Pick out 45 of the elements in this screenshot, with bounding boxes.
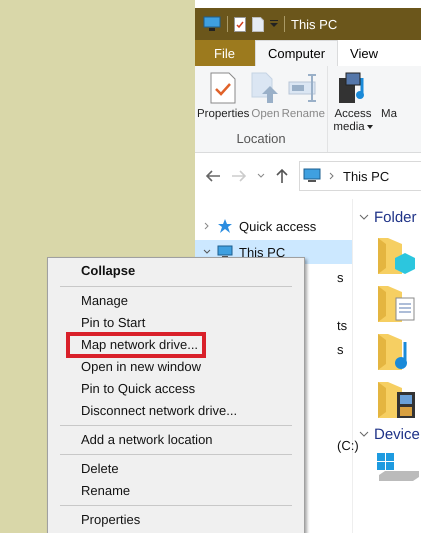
section-header[interactable]: Folder bbox=[359, 209, 417, 226]
nav-item[interactable]: s bbox=[337, 266, 344, 290]
nav-item[interactable]: s bbox=[337, 338, 344, 362]
ribbon-tab[interactable]: Computer bbox=[254, 40, 338, 66]
page-icon[interactable] bbox=[252, 16, 264, 32]
checklist-icon[interactable] bbox=[234, 16, 246, 32]
menu-item[interactable]: Pin to Quick access bbox=[48, 378, 304, 400]
nav-item[interactable]: ts bbox=[337, 314, 348, 338]
menu-item[interactable]: Open in new window bbox=[48, 356, 304, 378]
drive-icon[interactable] bbox=[375, 451, 419, 481]
chevron-right-icon bbox=[329, 172, 335, 180]
chevron-down-icon bbox=[359, 214, 369, 221]
up-arrow-icon[interactable] bbox=[275, 168, 289, 184]
nav-item[interactable]: (C:) bbox=[337, 434, 359, 458]
menu-item[interactable]: Disconnect network drive... bbox=[48, 400, 304, 422]
computer-icon bbox=[303, 168, 321, 184]
checklist-icon bbox=[210, 72, 236, 104]
menu-item[interactable]: Manage bbox=[48, 290, 304, 312]
address-field[interactable]: This PC bbox=[299, 161, 421, 191]
chevron-down-icon bbox=[359, 431, 369, 438]
caret-icon bbox=[366, 124, 373, 129]
chevron-down-icon[interactable] bbox=[257, 173, 265, 179]
section-header[interactable]: Device bbox=[359, 426, 420, 443]
group-label: Location bbox=[236, 131, 286, 148]
window-title: This PC bbox=[291, 16, 338, 32]
text-cursor-icon bbox=[288, 72, 318, 104]
computer-icon bbox=[203, 16, 221, 32]
chevron-down-icon[interactable] bbox=[203, 248, 211, 256]
menu-item[interactable]: Rename bbox=[48, 480, 304, 502]
computer-icon bbox=[217, 245, 233, 259]
nav-item[interactable]: Quick access bbox=[195, 214, 352, 238]
menu-item[interactable]: Add a network location bbox=[48, 429, 304, 451]
star-icon bbox=[217, 218, 233, 234]
menu-item[interactable]: Pin to Start bbox=[48, 312, 304, 334]
ribbon-button[interactable]: Ma bbox=[377, 70, 398, 136]
file-tab[interactable]: File bbox=[195, 40, 255, 66]
caret-icon[interactable] bbox=[270, 20, 278, 28]
menu-item[interactable]: Properties bbox=[48, 509, 304, 531]
ribbon-button[interactable]: Properties bbox=[196, 70, 250, 123]
chevron-right-icon[interactable] bbox=[203, 222, 211, 230]
page-up-arrow-icon bbox=[251, 72, 280, 104]
menu-item[interactable]: Map network drive... bbox=[68, 334, 204, 356]
back-arrow-icon[interactable] bbox=[205, 169, 221, 183]
menu-item[interactable]: Delete bbox=[48, 458, 304, 480]
ribbon-button[interactable]: Access media bbox=[329, 70, 378, 136]
